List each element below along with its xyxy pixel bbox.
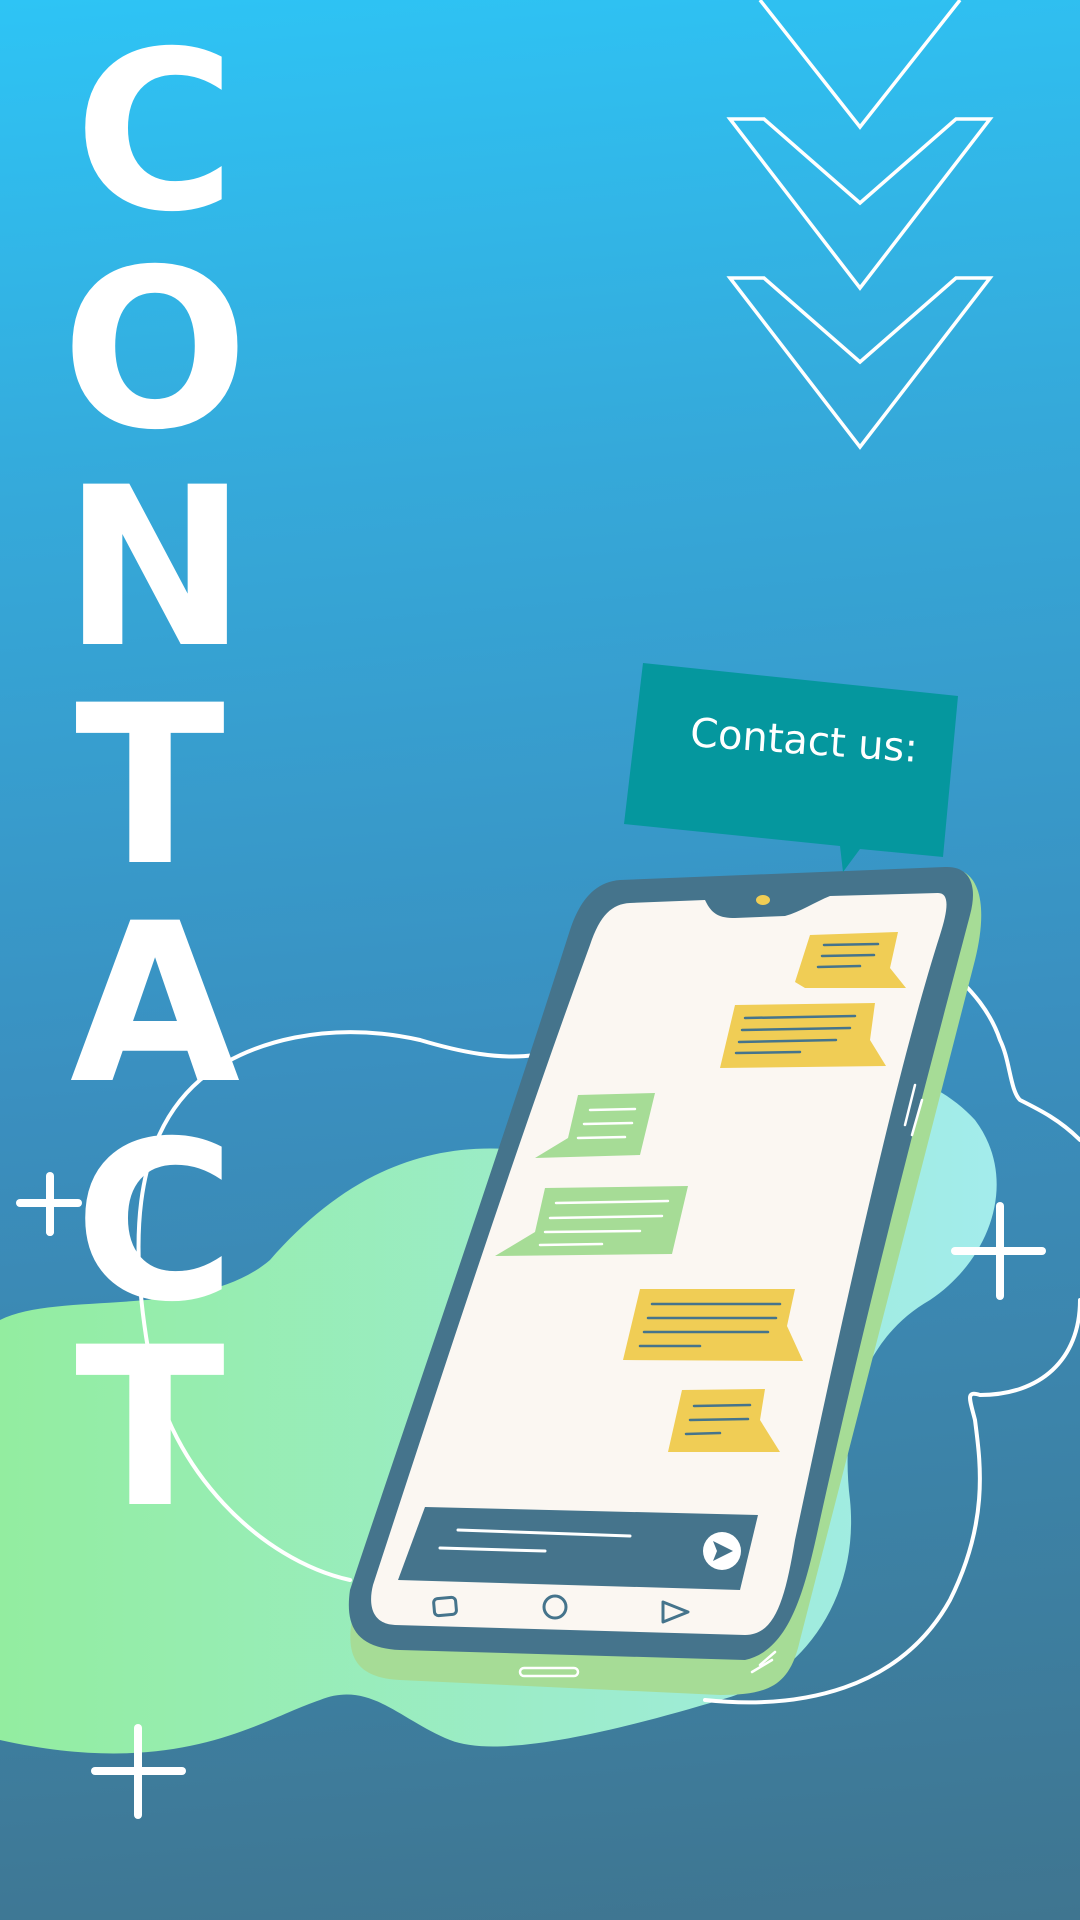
headline-letter: T — [74, 1300, 226, 1556]
headline-letter: O — [61, 222, 249, 478]
headline-letter: C — [74, 1094, 236, 1350]
headline-letter: N — [62, 440, 248, 696]
headline-contact: C O N T A C T — [0, 0, 1080, 1920]
headline-letter: C — [74, 4, 236, 260]
headline-letter: T — [74, 658, 226, 914]
headline-letter: A — [69, 876, 241, 1132]
